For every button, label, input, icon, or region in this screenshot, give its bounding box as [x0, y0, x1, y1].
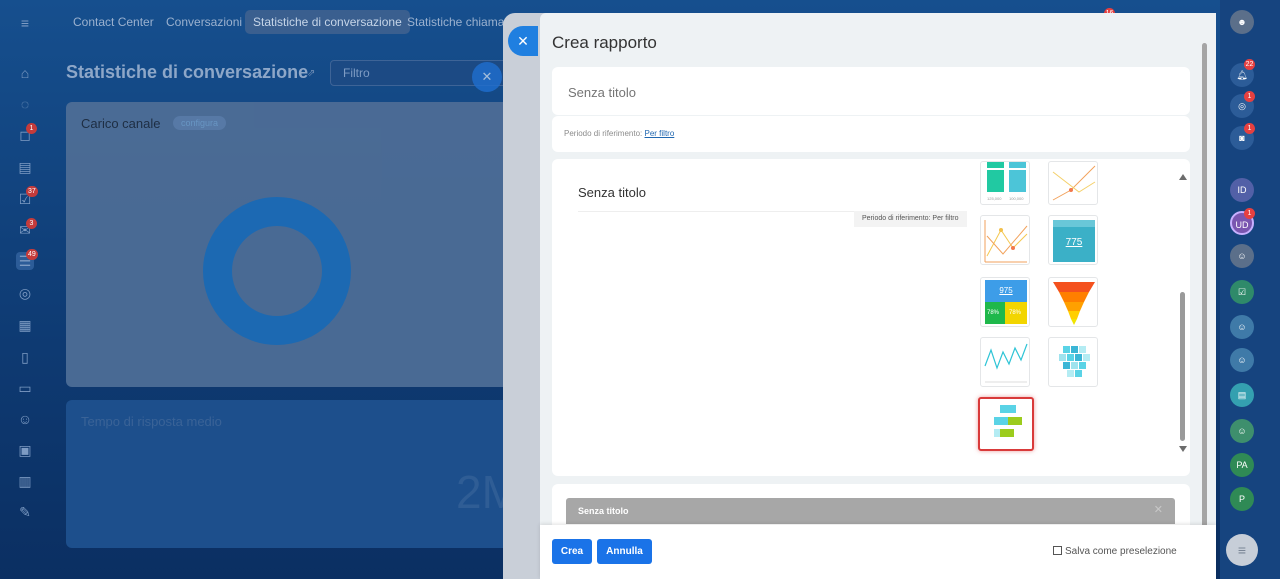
thumb-line-chart[interactable] [1048, 161, 1098, 205]
scroll-down-icon[interactable] [1179, 446, 1187, 452]
file-icon[interactable]: ▯ [16, 348, 34, 366]
scroll-up-icon[interactable] [1179, 174, 1187, 180]
cancel-button[interactable]: Annulla [597, 539, 652, 564]
user-avatar[interactable]: ☺ [1230, 244, 1254, 268]
channel-load-card: Carico canale configura [66, 102, 526, 387]
slider-title: Crea rapporto [552, 33, 657, 52]
settings-icon[interactable]: ▣ [16, 441, 34, 459]
avatar-id[interactable]: ID [1230, 178, 1254, 202]
preview-period: Periodo di riferimento: Per filtro [854, 211, 967, 227]
save-preset-label: Salva come preselezione [1065, 546, 1177, 557]
menu-button[interactable]: ≡ [1226, 534, 1258, 566]
thumb-area-line[interactable] [980, 337, 1030, 387]
thumb-multiline-chart[interactable] [980, 215, 1030, 265]
left-navigation: ≡ ⌂ ◌ ◻ 1 ▤ ☑ 37 ✉ 3 ☰ 49 ◎ ▦ ▯ ▭ ☺ ▣ ▥ … [0, 0, 50, 579]
edit-icon[interactable]: ✎ [16, 503, 34, 521]
chat-avatar[interactable]: ▤ [1230, 383, 1254, 407]
thumb-number-widget[interactable]: 775 [1048, 215, 1098, 265]
slider-scrollbar[interactable] [1201, 27, 1207, 577]
save-preset-checkbox[interactable]: Salva come preselezione [1053, 546, 1177, 557]
right-bar: 16 ☻ 🔔︎ 22 ◎ 1 ◙ 1 ID UD 1 ☺ ☑ ☺ ☺ ▤ ☺ P… [1104, 0, 1280, 579]
thumb-number: 775 [1065, 237, 1083, 248]
create-button[interactable]: Crea [552, 539, 592, 564]
thumb-pct: 78% [987, 310, 1000, 316]
avatar-pa[interactable]: PA [1230, 453, 1254, 477]
period-link[interactable]: Per filtro [645, 129, 675, 138]
widget-header: Senza titolo ✕ [566, 498, 1175, 524]
tab-conversation-stats[interactable]: Statistiche di conversazione [245, 10, 410, 34]
slider-footer: Crea Annulla Salva come preselezione [540, 525, 1216, 579]
donut-chart [203, 197, 351, 345]
contact-center-badge: 49 [26, 249, 38, 260]
tab-call-stats[interactable]: Statistiche chiamat [399, 10, 516, 34]
group-avatar[interactable]: ☺ [1230, 348, 1254, 372]
pin-icon[interactable]: ⇗ [307, 68, 315, 79]
mail-badge: 3 [26, 218, 37, 229]
user-avatar[interactable]: ☻ [1230, 10, 1254, 34]
create-report-slider: Crea rapporto Senza titolo Periodo di ri… [540, 13, 1216, 579]
group-avatar[interactable]: ☺ [1230, 315, 1254, 339]
widget-title: Senza titolo [578, 506, 629, 516]
period-label: Periodo di riferimento: [564, 129, 643, 138]
chat-badge: 1 [1244, 123, 1255, 134]
card-title: Tempo di risposta medio [81, 414, 222, 429]
target-badge: 1 [1244, 91, 1255, 102]
menu-icon[interactable]: ≡ [16, 14, 34, 32]
scrollbar-thumb[interactable] [1180, 292, 1185, 441]
task-avatar[interactable]: ☑ [1230, 280, 1254, 304]
card-title: Carico canale [81, 116, 161, 131]
preview-title: Senza titolo [578, 185, 646, 200]
configure-link[interactable]: configura [173, 116, 227, 130]
avatar-p[interactable]: P [1230, 487, 1254, 511]
home-icon[interactable]: ⌂ [16, 64, 34, 82]
tasks-badge: 37 [26, 186, 38, 197]
thumb-funnel[interactable] [1048, 277, 1098, 327]
target-icon[interactable]: ◎ [16, 284, 34, 302]
thumb-label: 100,000 [1009, 196, 1024, 201]
feed-icon[interactable]: ◌ [16, 95, 34, 113]
notifications-badge: 22 [1244, 59, 1255, 70]
thumb-bar-ranking-selected[interactable] [978, 397, 1034, 451]
thumb-bar-comparison[interactable]: 125,000 100,000 [980, 161, 1030, 205]
chat-badge: 1 [26, 123, 37, 134]
thumb-pct: 78% [1009, 310, 1022, 316]
users-icon[interactable]: ☺ [16, 410, 34, 428]
grid-icon[interactable]: ▥ [16, 472, 34, 490]
calendar-icon[interactable]: ▦ [16, 316, 34, 334]
tab-contact-center[interactable]: Contact Center [65, 10, 162, 34]
ud-badge: 1 [1244, 208, 1255, 219]
checkbox-icon[interactable] [1053, 546, 1062, 555]
filter-close-icon[interactable]: ✕ [472, 62, 502, 92]
close-icon[interactable]: ✕ [1154, 503, 1163, 516]
tab-conversations[interactable]: Conversazioni [158, 10, 250, 34]
page-title: Statistiche di conversazione [66, 62, 309, 82]
thumb-number: 975 [999, 286, 1013, 295]
document-icon[interactable]: ▤ [16, 158, 34, 176]
period-row: Periodo di riferimento: Per filtro [552, 116, 1190, 152]
close-slider-button[interactable]: ✕ [508, 26, 538, 56]
thumb-kpi-grid[interactable]: 975 78% 78% [980, 277, 1030, 327]
thumb-label: 125,000 [987, 196, 1002, 201]
response-time-card: Tempo di risposta medio 2M [66, 400, 526, 548]
group-avatar[interactable]: ☺ [1230, 419, 1254, 443]
thumb-heatmap[interactable] [1048, 337, 1098, 387]
report-name-input[interactable]: Senza titolo [552, 67, 1190, 115]
shop-icon[interactable]: ▭ [16, 379, 34, 397]
widget-selector-panel: Senza titolo Periodo di riferimento: Per… [552, 159, 1190, 476]
